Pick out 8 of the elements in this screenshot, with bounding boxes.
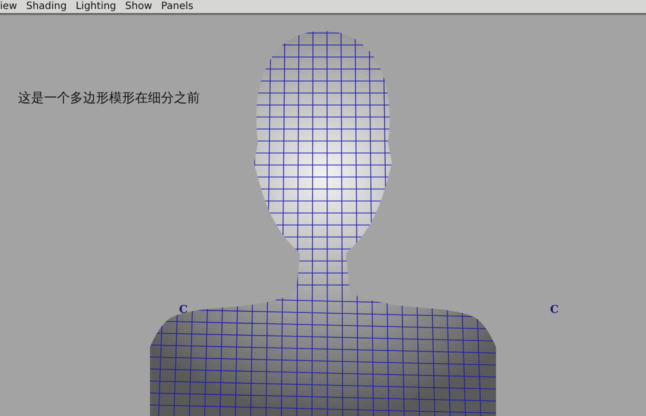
menu-item[interactable]: Show [125,0,152,13]
menu-item[interactable]: Panels [161,0,194,13]
caption-text: 这是一个多边形模形在细分之前 [18,90,200,107]
menu-item[interactable]: Shading [26,0,67,13]
menu-item[interactable]: Lighting [76,0,116,13]
marker-label: C [550,303,559,316]
marker-label: C [179,303,188,316]
menu-item[interactable]: iew [0,0,18,13]
